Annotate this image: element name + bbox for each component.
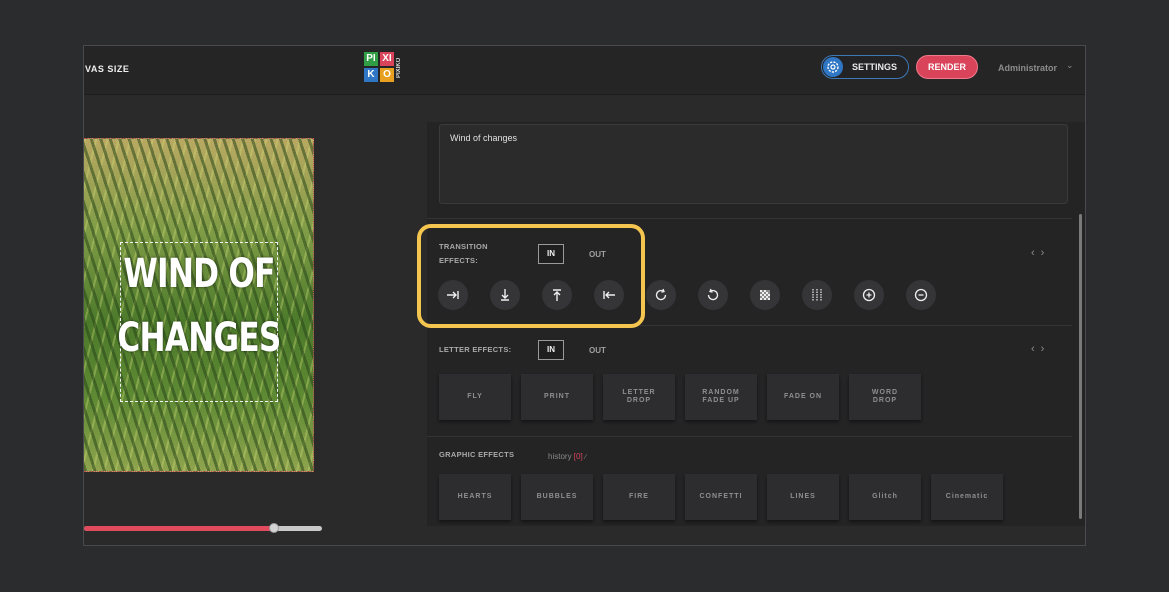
chevron-left-icon[interactable]: ‹	[1031, 343, 1041, 355]
transition-label-line-2: EFFECTS:	[439, 256, 479, 265]
logo-tile-k: K	[364, 68, 378, 82]
chevron-down-icon[interactable]: ⌄	[1066, 60, 1074, 71]
panel-scrollbar[interactable]	[1079, 214, 1082, 519]
divider	[427, 436, 1072, 437]
letter-out-toggle[interactable]: OUT	[589, 346, 606, 355]
chevron-left-icon[interactable]: ‹	[1031, 247, 1041, 259]
history-link[interactable]: history [0] ∕	[548, 452, 586, 461]
app-window: NVAS SIZE PI XI K O PIXIKO SETTINGS REND…	[83, 45, 1086, 546]
effects-panel: Wind of changes TRANSITION EFFECTS: IN O…	[427, 122, 1085, 526]
preview-text-line-2: CHANGES	[117, 315, 281, 361]
text-editor-input[interactable]: Wind of changes	[439, 124, 1068, 204]
slide-left-icon[interactable]	[594, 280, 624, 310]
logo-tile-xi: XI	[380, 52, 394, 66]
canvas-size-menu[interactable]: NVAS SIZE	[84, 64, 129, 74]
transition-out-toggle[interactable]: OUT	[589, 250, 606, 259]
chevron-right-icon[interactable]: ›	[1041, 247, 1051, 259]
letter-effects-label: LETTER EFFECTS:	[439, 345, 512, 354]
transition-effects-label: TRANSITION EFFECTS:	[439, 240, 488, 268]
graphic-effect-hearts[interactable]: HEARTS	[439, 474, 511, 520]
divider	[427, 218, 1072, 219]
letter-nav: ‹›	[1031, 343, 1050, 355]
logo-side-text: PIXIKO	[396, 57, 402, 79]
settings-label: SETTINGS	[852, 62, 898, 72]
video-preview[interactable]: WIND OF CHANGES	[84, 138, 314, 472]
pencil-icon[interactable]: ∕	[585, 454, 586, 461]
transition-nav: ‹›	[1031, 247, 1050, 259]
graphic-effect-cinematic[interactable]: Cinematic	[931, 474, 1003, 520]
letter-effect-fly[interactable]: FLY	[439, 374, 511, 420]
graphic-effect-bubbles[interactable]: BUBBLES	[521, 474, 593, 520]
letter-effect-print[interactable]: PRINT	[521, 374, 593, 420]
divider	[427, 325, 1072, 326]
top-bar: NVAS SIZE PI XI K O PIXIKO SETTINGS REND…	[84, 46, 1085, 95]
graphic-effect-glitch[interactable]: Glitch	[849, 474, 921, 520]
logo-tile-pi: PI	[364, 52, 378, 66]
preview-text-line-1: WIND OF	[123, 251, 275, 297]
chevron-right-icon[interactable]: ›	[1041, 343, 1051, 355]
slide-down-icon[interactable]	[490, 280, 520, 310]
graphic-effect-confetti[interactable]: CONFETTI	[685, 474, 757, 520]
zoom-out-icon[interactable]	[906, 280, 936, 310]
user-menu[interactable]: Administrator	[998, 63, 1057, 73]
letter-effect-random-fade-up[interactable]: RANDOM FADE UP	[685, 374, 757, 420]
settings-button[interactable]: SETTINGS	[821, 55, 909, 79]
graphic-effect-fire[interactable]: FIRE	[603, 474, 675, 520]
history-label: history	[548, 452, 572, 461]
rotate-ccw-icon[interactable]	[698, 280, 728, 310]
graphic-effect-lines[interactable]: LINES	[767, 474, 839, 520]
zoom-in-icon[interactable]	[854, 280, 884, 310]
blinds-icon[interactable]	[802, 280, 832, 310]
timeline-slider[interactable]	[84, 523, 322, 533]
rotate-cw-icon[interactable]	[646, 280, 676, 310]
dissolve-icon[interactable]	[750, 280, 780, 310]
pixiko-logo[interactable]: PI XI K O PIXIKO	[364, 52, 410, 84]
transition-label-line-1: TRANSITION	[439, 242, 488, 251]
letter-effect-word-drop[interactable]: WORD DROP	[849, 374, 921, 420]
letter-in-toggle[interactable]: IN	[538, 340, 564, 360]
logo-tile-o: O	[380, 68, 394, 82]
gear-icon	[823, 57, 843, 77]
render-button[interactable]: RENDER	[916, 55, 978, 79]
slide-up-icon[interactable]	[542, 280, 572, 310]
timeline-handle[interactable]	[269, 523, 280, 533]
timeline-progress	[84, 526, 275, 531]
history-count: [0]	[573, 452, 583, 461]
letter-effect-letter-drop[interactable]: LETTER DROP	[603, 374, 675, 420]
graphic-effects-label: GRAPHIC EFFECTS	[439, 450, 515, 459]
slide-right-icon[interactable]	[438, 280, 468, 310]
transition-in-toggle[interactable]: IN	[538, 244, 564, 264]
letter-effect-fade-on[interactable]: FADE ON	[767, 374, 839, 420]
